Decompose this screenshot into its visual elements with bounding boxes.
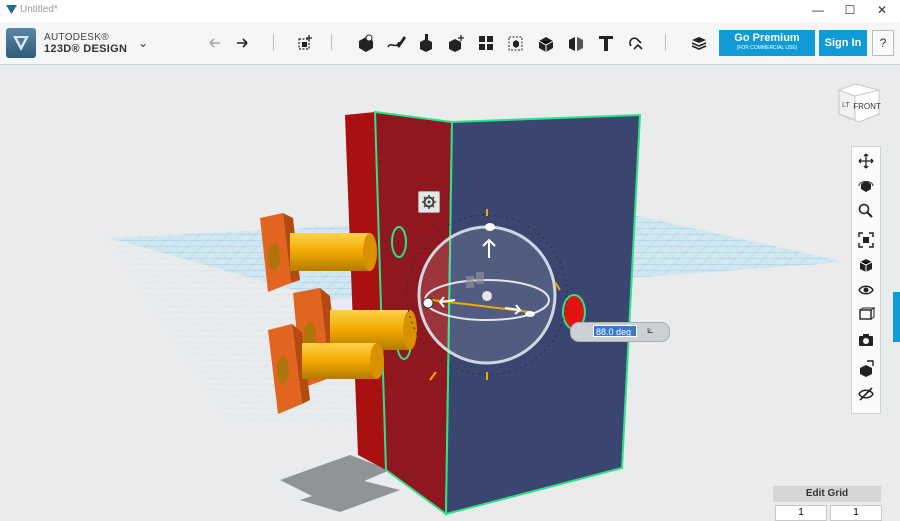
sketch-icon[interactable] bbox=[385, 32, 407, 54]
go-premium-sublabel: (FOR COMMERCIAL USE) bbox=[736, 45, 798, 51]
grouping-icon[interactable] bbox=[505, 32, 527, 54]
brand-line-autodesk: AUTODESK® bbox=[44, 32, 109, 43]
view-cube[interactable]: FRONT LT bbox=[833, 80, 883, 126]
3d-viewport[interactable]: 88.0 deg ⟀ bbox=[0, 65, 900, 516]
scene-canvas[interactable] bbox=[0, 65, 900, 516]
title-bar: Untitled* — ☐ ✕ bbox=[0, 0, 900, 22]
side-panel-tab[interactable] bbox=[893, 292, 900, 342]
screenshot-icon[interactable] bbox=[857, 331, 875, 349]
window-title: Untitled* bbox=[20, 4, 58, 15]
go-premium-label: Go Premium bbox=[734, 32, 800, 44]
view-mode-icon[interactable] bbox=[857, 256, 875, 274]
orbit-icon[interactable] bbox=[857, 177, 875, 195]
text-icon[interactable] bbox=[595, 32, 617, 54]
app-logo-icon bbox=[6, 5, 17, 14]
measure-icon[interactable] bbox=[565, 32, 587, 54]
help-button[interactable]: ? bbox=[872, 30, 894, 56]
toolbar-divider bbox=[665, 34, 666, 50]
app-menu-chevron-down-icon[interactable]: ⌄ bbox=[138, 36, 148, 50]
brand-line-product: 123D® DESIGN bbox=[44, 43, 128, 55]
bracket-hole bbox=[268, 243, 280, 271]
gear-icon bbox=[422, 195, 436, 209]
minimize-button[interactable]: — bbox=[802, 0, 834, 22]
brand-logo-icon[interactable] bbox=[6, 28, 36, 58]
snap-tool-icon[interactable] bbox=[857, 360, 875, 378]
rotation-angle-box: 88.0 deg ⟀ bbox=[570, 322, 670, 342]
primitives-icon[interactable] bbox=[355, 32, 377, 54]
zoom-icon[interactable] bbox=[857, 202, 875, 220]
modify-icon[interactable] bbox=[445, 32, 467, 54]
close-button[interactable]: ✕ bbox=[866, 0, 898, 22]
pan-icon[interactable] bbox=[857, 152, 875, 170]
object-settings-button[interactable] bbox=[418, 191, 440, 213]
material-icon[interactable] bbox=[857, 306, 875, 324]
visibility-icon[interactable] bbox=[857, 281, 875, 299]
toolbar-divider bbox=[331, 34, 332, 50]
cylinder-end bbox=[363, 233, 377, 271]
transform-icon[interactable] bbox=[294, 32, 316, 54]
combine-icon[interactable] bbox=[535, 32, 557, 54]
fit-icon[interactable] bbox=[857, 231, 875, 249]
redo-icon[interactable] bbox=[232, 32, 254, 54]
materials-icon[interactable] bbox=[688, 32, 710, 54]
construct-icon[interactable] bbox=[415, 32, 437, 54]
sign-in-button[interactable]: Sign In bbox=[819, 30, 867, 56]
view-cube-left-label: LT bbox=[842, 102, 850, 109]
cylinder[interactable] bbox=[302, 343, 377, 379]
undo-icon[interactable] bbox=[204, 32, 226, 54]
grid-value-input[interactable]: 1 bbox=[775, 505, 827, 521]
navigation-bar bbox=[851, 146, 881, 414]
hide-icon[interactable] bbox=[857, 385, 875, 403]
rotation-angle-input[interactable]: 88.0 deg bbox=[593, 325, 637, 337]
cylinder-end bbox=[370, 343, 384, 379]
grid-value-input[interactable]: 1 bbox=[830, 505, 882, 521]
cylinder[interactable] bbox=[290, 233, 370, 271]
pattern-icon[interactable] bbox=[475, 32, 497, 54]
angle-snap-icon[interactable]: ⟀ bbox=[647, 324, 654, 337]
view-cube-front-label: FRONT bbox=[853, 102, 881, 111]
edit-grid-header[interactable]: Edit Grid bbox=[773, 486, 881, 502]
maximize-button[interactable]: ☐ bbox=[834, 0, 866, 22]
go-premium-button[interactable]: Go Premium (FOR COMMERCIAL USE) bbox=[719, 30, 815, 56]
toolbar-divider bbox=[273, 34, 274, 50]
bracket-hole bbox=[277, 356, 289, 384]
main-toolbar: AUTODESK® 123D® DESIGN ⌄ Go Premium (FOR… bbox=[0, 22, 900, 65]
snap-icon[interactable] bbox=[625, 32, 647, 54]
